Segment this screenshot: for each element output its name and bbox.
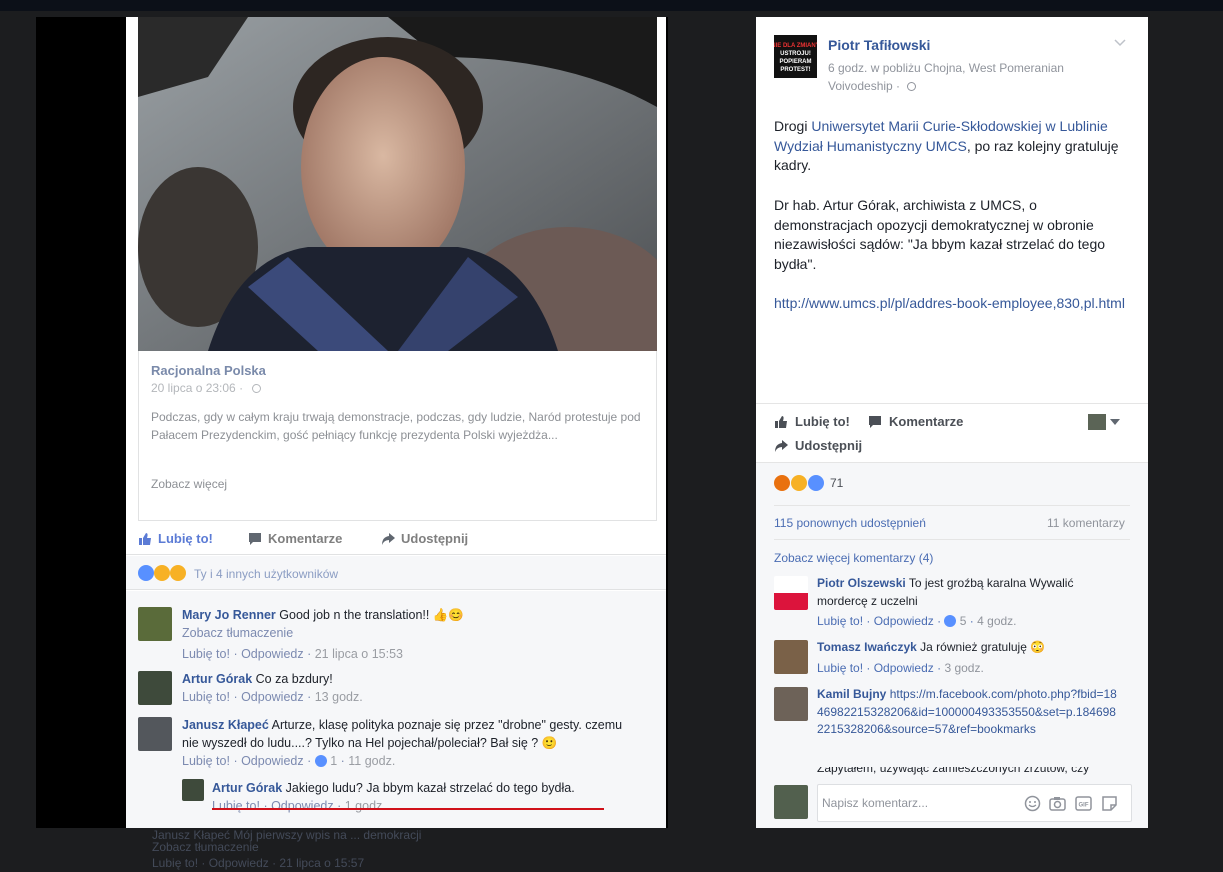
feedback-section: 71 115 ponownych udostępnień 11 komentar… — [756, 462, 1148, 828]
angry-reaction-icon — [774, 475, 790, 491]
shared-link-card[interactable]: Racjonalna Polska 20 lipca o 23:06 · Pod… — [138, 351, 657, 521]
share-arrow-icon — [382, 532, 395, 545]
comment-like-link[interactable]: Lubię to! — [817, 614, 863, 628]
thumbs-up-icon — [139, 532, 151, 545]
browser-top-bar — [0, 0, 1223, 11]
right-action-bar: Lubię to! Komentarze Udostępnij — [756, 403, 1148, 461]
shared-source-name[interactable]: Racjonalna Polska — [151, 363, 266, 378]
comment-janusz: Janusz Kłapeć Arturze, klasę polityka po… — [182, 718, 623, 768]
like-reaction-icon — [808, 475, 824, 491]
comment-reply-link[interactable]: Odpowiedz — [241, 690, 304, 704]
author-name[interactable]: Piotr Tafiłowski — [828, 37, 930, 53]
reactions-text[interactable]: Ty i 4 innych użytkowników — [194, 567, 338, 581]
comment-like-link[interactable]: Lubię to! — [212, 799, 260, 813]
avatar[interactable] — [138, 717, 172, 751]
shares-count[interactable]: 115 ponownych udostępnień — [774, 515, 926, 533]
comment-artur-1: Artur Górak Co za bzdury! Lubię to! · Od… — [182, 672, 363, 704]
comment-tomasz: Tomasz Iwańczyk Ja również gratuluję 😳 L… — [817, 640, 1046, 675]
share-arrow-icon — [775, 439, 788, 452]
like-button[interactable]: Lubię to! — [774, 414, 850, 429]
commenter-name[interactable]: Tomasz Iwańczyk — [817, 640, 917, 654]
comment-like-link[interactable]: Lubię to! — [182, 647, 230, 661]
avatar[interactable] — [138, 671, 172, 705]
comment-like-link[interactable]: Lubię to! — [182, 690, 230, 704]
sticker-icon[interactable] — [1101, 795, 1118, 812]
svg-text:PROTEST!: PROTEST! — [780, 67, 810, 73]
post-photo — [138, 17, 657, 351]
commenter-name[interactable]: Artur Górak — [212, 781, 282, 795]
current-user-avatar — [774, 785, 808, 819]
commenter-name[interactable]: Artur Górak — [182, 672, 252, 686]
commenter-name[interactable]: Janusz Kłapeć — [182, 718, 269, 732]
like-button[interactable]: Lubię to! — [138, 531, 213, 546]
like-reaction-icon — [314, 755, 327, 767]
post-meta: 6 godz. w pobliżu Chojna, West Pomerania… — [828, 61, 1064, 93]
share-button[interactable]: Udostępnij — [774, 438, 862, 453]
svg-text:GIF: GIF — [1079, 803, 1089, 809]
translate-link[interactable]: Zobacz tłumaczenie — [182, 626, 293, 640]
comment-kamil: Kamil Bujny https://m.facebook.com/photo… — [817, 686, 1117, 739]
commenter-name[interactable]: Mary Jo Renner — [182, 608, 276, 622]
reactions-count[interactable]: 71 — [830, 475, 843, 493]
avatar[interactable] — [774, 687, 808, 721]
embedded-post-screenshot: Racjonalna Polska 20 lipca o 23:06 · Pod… — [126, 17, 666, 828]
caret-down-icon[interactable] — [1110, 419, 1120, 425]
avatar[interactable] — [774, 640, 808, 674]
like-reaction-icon — [138, 565, 154, 581]
svg-text:POPIERAM: POPIERAM — [779, 59, 811, 65]
post-body: Drogi Uniwersytet Marii Curie-Skłodowski… — [774, 118, 1125, 312]
reactions-summary[interactable]: Ty i 4 innych użytkowników — [126, 556, 666, 590]
comment-reply-link[interactable]: Odpowiedz — [874, 661, 934, 675]
camera-icon[interactable] — [1049, 795, 1066, 812]
svg-text:USTROJU!: USTROJU! — [780, 51, 811, 57]
comment-reply-link[interactable]: Odpowiedz — [241, 754, 304, 768]
comment-box[interactable]: GIF — [817, 784, 1132, 822]
chevron-down-icon[interactable] — [1114, 39, 1126, 47]
comments-count[interactable]: 11 komentarzy — [1047, 515, 1125, 533]
post-as-avatar[interactable] — [1088, 414, 1106, 430]
more-comments-link[interactable]: Zobacz więcej komentarzy (4) — [774, 550, 933, 568]
haha-reaction-icon — [154, 565, 170, 581]
wow-reaction-icon — [170, 565, 186, 581]
comment-partial: Zapytałem, używając zamieszczonych zrzut… — [817, 767, 1090, 775]
post-panel: NIE DLA ZMIANY USTROJU! POPIERAM PROTEST… — [756, 17, 1148, 828]
comment-icon — [249, 532, 261, 545]
globe-icon — [907, 82, 917, 91]
faded-comment-below: Janusz Kłapeć Mój pierwszy wpis na ... d… — [152, 828, 422, 870]
svg-text:NIE DLA ZMIANY: NIE DLA ZMIANY — [774, 43, 817, 49]
wow-reaction-icon — [791, 475, 807, 491]
comment-like-link[interactable]: Lubię to! — [817, 661, 863, 675]
umcs-url-link[interactable]: http://www.umcs.pl/pl/addres-book-employ… — [774, 295, 1125, 311]
commenter-name[interactable]: Kamil Bujny — [817, 687, 886, 701]
avatar[interactable] — [774, 576, 808, 610]
comment-piotr-olszewski: Piotr Olszewski To jest groźbą karalna W… — [817, 576, 1074, 628]
avatar[interactable] — [182, 779, 204, 801]
comment-button[interactable]: Komentarze — [868, 414, 963, 429]
see-more-link[interactable]: Zobacz więcej — [151, 477, 227, 491]
commenter-name[interactable]: Piotr Olszewski — [817, 576, 906, 590]
shared-excerpt: Podczas, gdy w całym kraju trwają demons… — [151, 410, 641, 442]
globe-icon — [252, 384, 262, 393]
comment-icon — [869, 415, 881, 428]
author-avatar[interactable]: NIE DLA ZMIANY USTROJU! POPIERAM PROTEST… — [771, 35, 820, 78]
gif-icon[interactable]: GIF — [1075, 795, 1092, 812]
avatar[interactable] — [138, 607, 172, 641]
comment-reply-link[interactable]: Odpowiedz — [241, 647, 304, 661]
red-underline — [212, 808, 604, 810]
like-reaction-icon — [944, 615, 957, 627]
comment-reply-link[interactable]: Odpowiedz — [874, 614, 934, 628]
comment-reply-link[interactable]: Odpowiedz — [271, 799, 334, 813]
share-button[interactable]: Udostępnij — [381, 531, 468, 546]
shared-date: 20 lipca o 23:06 · — [151, 381, 262, 395]
comment-like-link[interactable]: Lubię to! — [182, 754, 230, 768]
emoji-icon[interactable] — [1024, 795, 1041, 812]
comment-input[interactable] — [818, 785, 1018, 821]
comment-mary-jo: Mary Jo Renner Good job n the translatio… — [182, 608, 464, 661]
left-action-bar: Lubię to! Komentarze Udostępnij — [126, 525, 666, 555]
comment-button[interactable]: Komentarze — [248, 531, 342, 546]
thumbs-up-icon — [775, 415, 787, 428]
